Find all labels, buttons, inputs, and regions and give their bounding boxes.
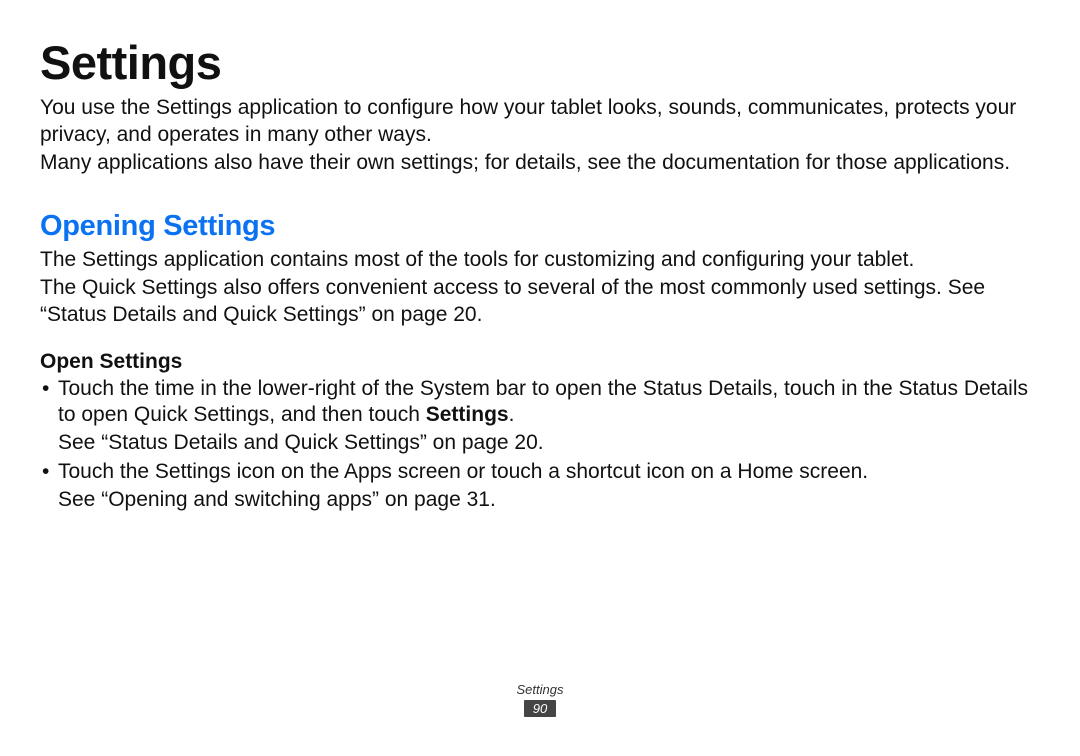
footer-section-label: Settings <box>0 682 1080 697</box>
intro-paragraph-2: Many applications also have their own se… <box>40 150 1040 176</box>
page-number: 90 <box>524 700 556 717</box>
sub-heading-open-settings: Open Settings <box>40 350 1040 374</box>
list-item: Touch the Settings icon on the Apps scre… <box>40 459 1040 485</box>
bullet-text-part1: Touch the time in the lower-right of the… <box>58 377 1028 426</box>
bullet-text-part2: . <box>509 403 515 426</box>
bullet-list: Touch the time in the lower-right of the… <box>40 376 1040 513</box>
bullet-text-bold: Settings <box>426 403 509 426</box>
section-heading-opening-settings: Opening Settings <box>40 210 1040 243</box>
list-item: Touch the time in the lower-right of the… <box>40 376 1040 429</box>
section-paragraph-1: The Settings application contains most o… <box>40 247 1040 273</box>
bullet-continuation: See “Status Details and Quick Settings” … <box>40 430 1040 456</box>
intro-paragraph-1: You use the Settings application to conf… <box>40 95 1040 148</box>
bullet-continuation: See “Opening and switching apps” on page… <box>40 487 1040 513</box>
page-title: Settings <box>40 38 1040 87</box>
page-footer: Settings 90 <box>0 682 1080 718</box>
section-paragraph-2: The Quick Settings also offers convenien… <box>40 275 1040 328</box>
